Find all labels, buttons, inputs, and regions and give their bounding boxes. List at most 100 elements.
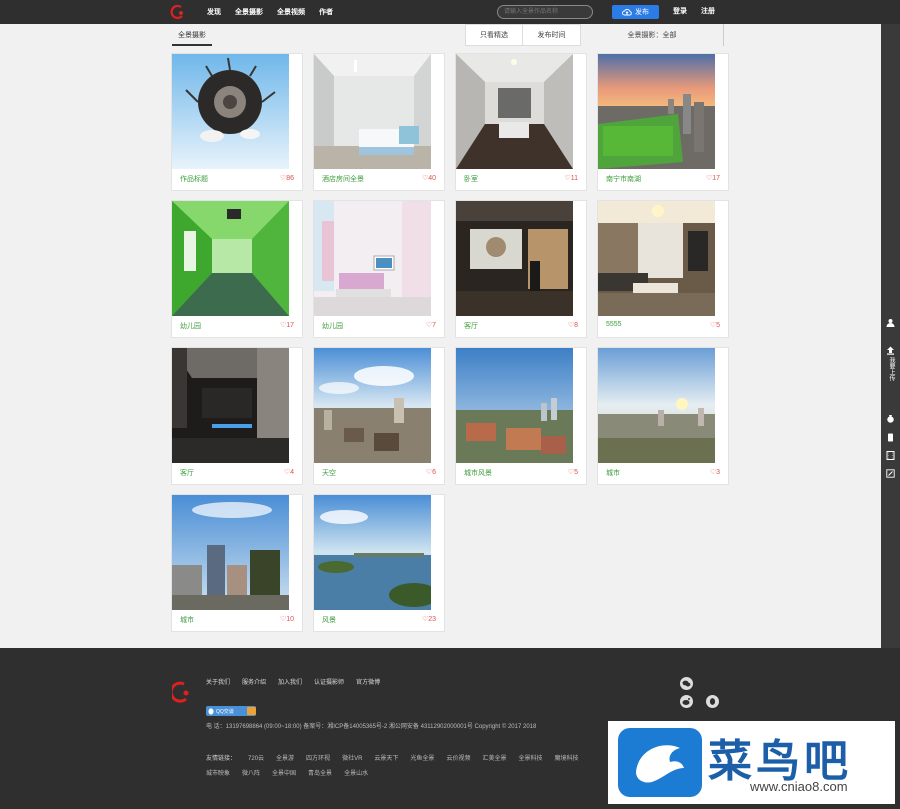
work-title[interactable]: 南宁市南湖 xyxy=(606,174,641,184)
work-thumbnail xyxy=(314,495,431,610)
friend-link[interactable]: 四方环视 xyxy=(306,753,330,762)
footer-link-photographer[interactable]: 认证摄影师 xyxy=(314,677,344,686)
work-card[interactable]: 酒店房间全景 ♡40 xyxy=(313,53,445,191)
friend-link[interactable]: 魔境科技 xyxy=(554,753,578,762)
work-title[interactable]: 5555 xyxy=(606,321,622,328)
weibo-button[interactable] xyxy=(680,695,693,708)
wechat-button[interactable] xyxy=(680,677,693,690)
nav-item-panorama-photo[interactable]: 全景摄影 xyxy=(235,7,263,17)
moneybag-icon xyxy=(887,415,894,423)
footer-logo-icon[interactable] xyxy=(172,679,206,705)
work-card[interactable]: 幼儿园 ♡7 xyxy=(313,200,445,338)
work-title[interactable]: 客厅 xyxy=(180,468,194,478)
work-title[interactable]: 作品标题 xyxy=(180,174,208,184)
filter-featured[interactable]: 只看精选 xyxy=(465,24,523,46)
bird-logo-icon xyxy=(618,728,702,797)
work-likes[interactable]: ♡23 xyxy=(422,615,436,623)
work-likes[interactable]: ♡5 xyxy=(568,468,578,476)
friend-link[interactable]: 全景中国 xyxy=(272,768,296,777)
work-title[interactable]: 风景 xyxy=(322,615,336,625)
footer-link-about[interactable]: 关于我们 xyxy=(206,677,230,686)
work-title[interactable]: 卧室 xyxy=(464,174,478,184)
friend-link[interactable]: 微八阵 xyxy=(242,768,260,777)
work-title[interactable]: 酒店房间全景 xyxy=(322,174,364,184)
work-likes[interactable]: ♡7 xyxy=(426,321,436,329)
publish-button[interactable]: 发布 xyxy=(612,5,659,19)
sidebar-item-user[interactable] xyxy=(881,318,900,327)
nav-item-authors[interactable]: 作者 xyxy=(319,7,333,17)
work-title[interactable]: 客厅 xyxy=(464,321,478,331)
work-card[interactable]: 天空 ♡6 xyxy=(313,347,445,485)
friend-link[interactable]: 城市映象 xyxy=(206,768,230,777)
site-logo-icon[interactable] xyxy=(170,4,186,20)
friend-link[interactable]: 青岛全景 xyxy=(308,768,332,777)
work-likes[interactable]: ♡6 xyxy=(426,468,436,476)
nav-item-panorama-video[interactable]: 全景视频 xyxy=(277,7,305,17)
friend-link[interactable]: 光鱼全景 xyxy=(410,753,434,762)
login-link[interactable]: 登录 xyxy=(673,0,687,24)
friend-link[interactable]: 汇美全景 xyxy=(482,753,506,762)
filter-category[interactable]: 全景摄影：全部 xyxy=(581,24,723,46)
sidebar-item-upload[interactable]: 我要上传 xyxy=(881,346,900,381)
work-likes[interactable]: ♡17 xyxy=(706,174,720,182)
work-card[interactable]: 卧室 ♡11 xyxy=(455,53,587,191)
work-thumbnail xyxy=(456,54,573,169)
work-thumbnail xyxy=(172,348,289,463)
search-input[interactable] xyxy=(497,5,593,19)
tab-panorama-photo[interactable]: 全景摄影 xyxy=(172,26,212,46)
footer-link-weibo[interactable]: 官方微博 xyxy=(356,677,380,686)
work-thumbnail xyxy=(172,54,289,169)
work-likes[interactable]: ♡5 xyxy=(710,321,720,329)
friend-link[interactable]: 云价视频 xyxy=(446,753,470,762)
phone-icon xyxy=(888,433,893,442)
friend-link[interactable]: 全景科技 xyxy=(518,753,542,762)
work-thumbnail xyxy=(172,201,289,316)
sidebar-item-phone[interactable] xyxy=(881,433,900,442)
work-card[interactable]: 客厅 ♡8 xyxy=(455,200,587,338)
friend-link[interactable]: 云景天下 xyxy=(374,753,398,762)
sidebar-item-moneybag[interactable] xyxy=(881,414,900,423)
work-card[interactable]: 城市 ♡10 xyxy=(171,494,303,632)
friend-link[interactable]: 720云 xyxy=(248,753,264,762)
filter-bar: 只看精选 发布时间 全景摄影：全部 xyxy=(465,24,724,46)
user-icon xyxy=(886,319,895,327)
work-title[interactable]: 城市 xyxy=(180,615,194,625)
qq-status-icon xyxy=(247,707,256,715)
work-card[interactable]: 幼儿园 ♡17 xyxy=(171,200,303,338)
work-likes[interactable]: ♡86 xyxy=(280,174,294,182)
qq-button[interactable] xyxy=(706,695,719,708)
work-title[interactable]: 城市风景 xyxy=(464,468,492,478)
work-likes[interactable]: ♡8 xyxy=(568,321,578,329)
footer-link-join[interactable]: 加入我们 xyxy=(278,677,302,686)
work-title[interactable]: 天空 xyxy=(322,468,336,478)
footer-links: 关于我们 服务介绍 加入我们 认证摄影师 官方微博 xyxy=(206,677,392,686)
work-title[interactable]: 幼儿园 xyxy=(322,321,343,331)
friend-link[interactable]: 全景游 xyxy=(276,753,294,762)
friend-link[interactable]: 全景山水 xyxy=(344,768,368,777)
work-title[interactable]: 幼儿园 xyxy=(180,321,201,331)
nav-item-discover[interactable]: 发现 xyxy=(207,7,221,17)
sidebar-item-film[interactable] xyxy=(881,451,900,460)
work-card[interactable]: 客厅 ♡4 xyxy=(171,347,303,485)
sidebar-item-edit[interactable] xyxy=(881,469,900,478)
work-likes[interactable]: ♡17 xyxy=(280,321,294,329)
register-link[interactable]: 注册 xyxy=(701,0,715,24)
work-card[interactable]: 5555 ♡5 xyxy=(597,200,729,338)
footer-link-services[interactable]: 服务介绍 xyxy=(242,677,266,686)
work-card[interactable]: 城市 ♡3 xyxy=(597,347,729,485)
work-likes[interactable]: ♡40 xyxy=(422,174,436,182)
filter-publish-time[interactable]: 发布时间 xyxy=(523,24,581,46)
work-likes[interactable]: ♡10 xyxy=(280,615,294,623)
work-card[interactable]: 南宁市南湖 ♡17 xyxy=(597,53,729,191)
work-card[interactable]: 城市风景 ♡5 xyxy=(455,347,587,485)
work-likes[interactable]: ♡4 xyxy=(284,468,294,476)
work-card[interactable]: 风景 ♡23 xyxy=(313,494,445,632)
qq-chat-button[interactable]: QQ交谈 xyxy=(206,706,256,716)
work-title[interactable]: 城市 xyxy=(606,468,620,478)
friend-link[interactable]: 微社VR xyxy=(342,753,362,762)
work-card[interactable]: 作品标题 ♡86 xyxy=(171,53,303,191)
work-thumbnail xyxy=(598,54,715,169)
work-likes[interactable]: ♡3 xyxy=(710,468,720,476)
work-thumbnail xyxy=(314,348,431,463)
work-likes[interactable]: ♡11 xyxy=(564,174,578,182)
